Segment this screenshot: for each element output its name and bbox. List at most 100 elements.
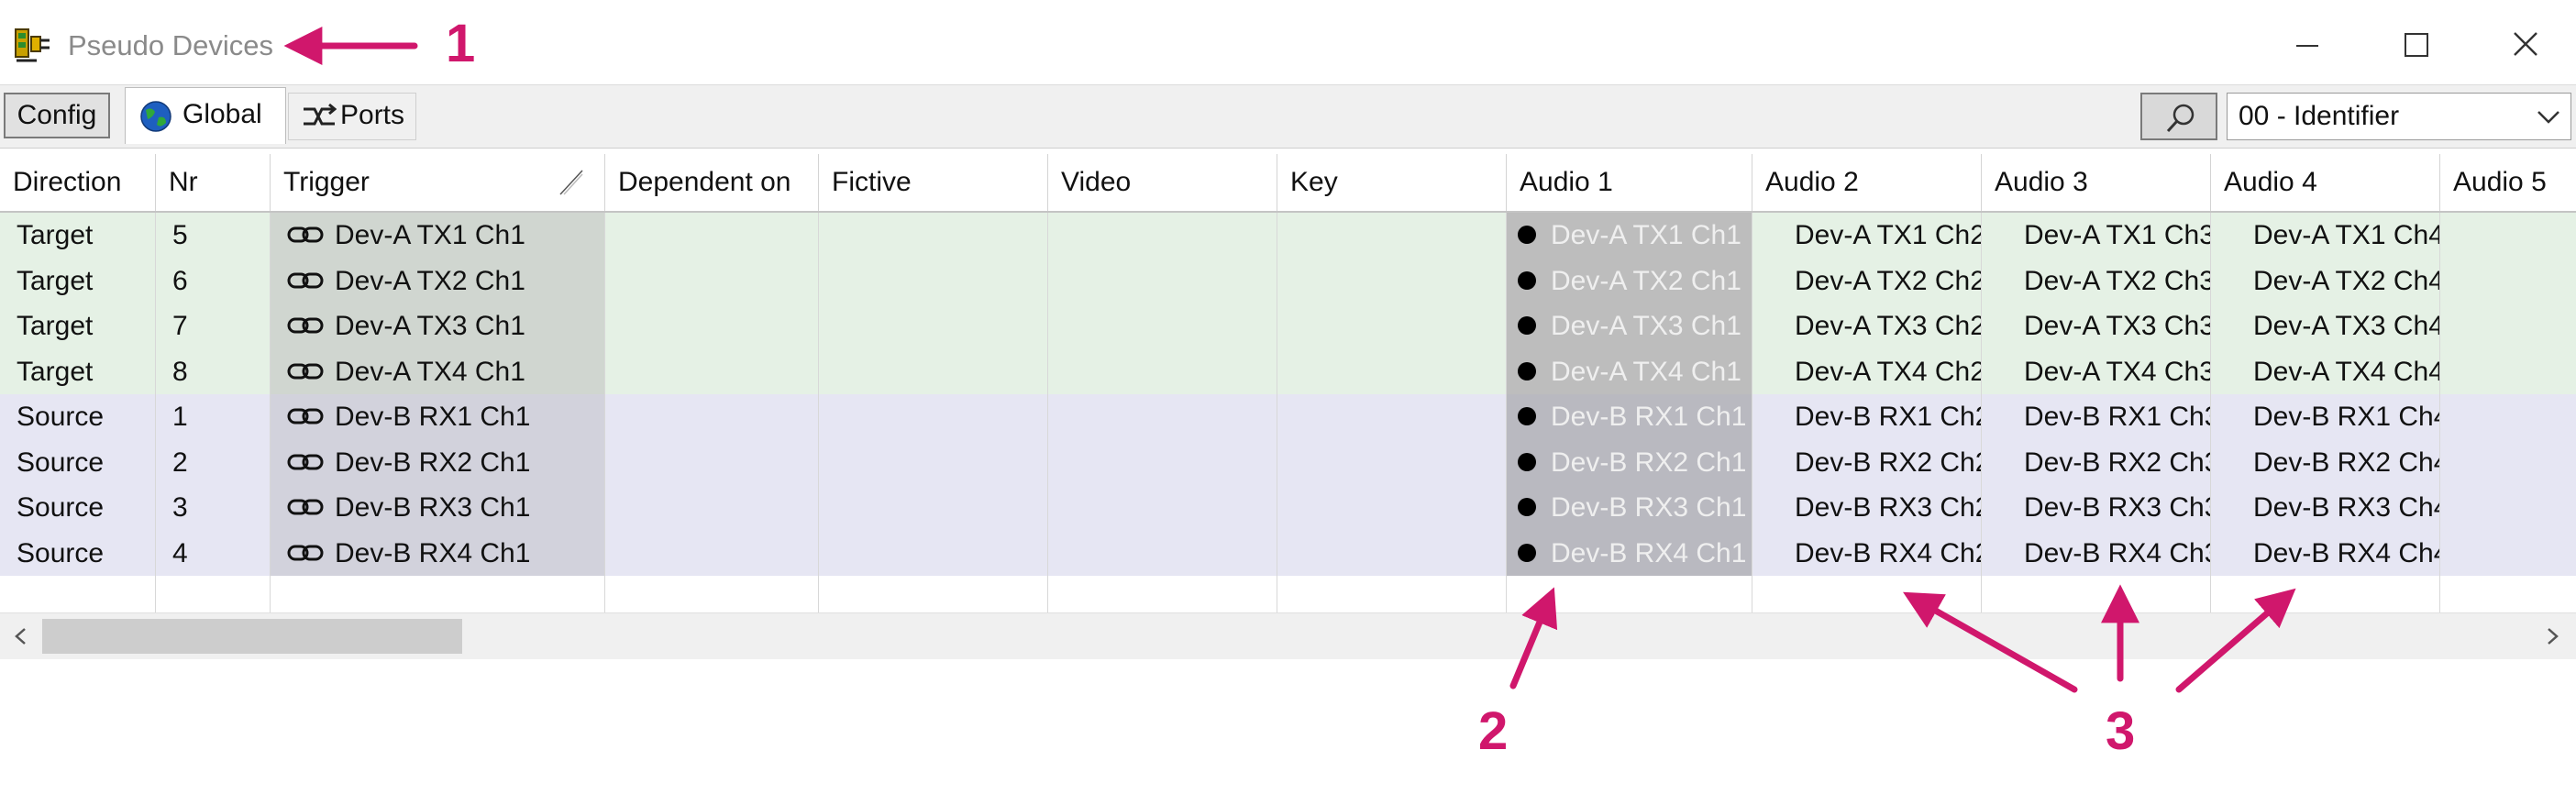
empty-cell[interactable] xyxy=(271,576,605,614)
fictive-cell[interactable] xyxy=(819,303,1048,349)
audio-1-cell[interactable]: Dev-B RX1 Ch1 xyxy=(1507,394,1752,440)
trigger-cell[interactable]: Dev-A TX1 Ch1 xyxy=(271,213,605,259)
audio-3-cell[interactable]: Dev-B RX3 Ch3 xyxy=(1982,485,2211,531)
video-cell[interactable] xyxy=(1048,258,1277,303)
trigger-cell[interactable]: Dev-A TX4 Ch1 xyxy=(271,348,605,394)
audio-5-cell[interactable] xyxy=(2440,485,2576,531)
video-cell[interactable] xyxy=(1048,530,1277,576)
dependent-on-cell[interactable] xyxy=(605,530,819,576)
fictive-cell[interactable] xyxy=(819,258,1048,303)
empty-cell[interactable] xyxy=(1982,576,2211,614)
dependent-on-cell[interactable] xyxy=(605,303,819,349)
audio-5-cell[interactable] xyxy=(2440,259,2576,304)
audio-3-cell[interactable]: Dev-A TX4 Ch3 xyxy=(1982,348,2211,394)
audio-1-cell[interactable]: Dev-A TX2 Ch1 xyxy=(1507,258,1752,303)
table-row[interactable]: Target 7 Dev-A TX3 Ch1 Dev-A TX3 Ch1 Dev… xyxy=(0,303,2576,349)
audio-4-cell[interactable]: Dev-A TX3 Ch4 xyxy=(2211,303,2440,349)
dependent-on-cell[interactable] xyxy=(605,394,819,440)
empty-cell[interactable] xyxy=(156,576,271,614)
video-cell[interactable] xyxy=(1048,348,1277,394)
column-header-fictive[interactable]: Fictive xyxy=(819,154,1048,211)
dependent-on-cell[interactable] xyxy=(605,485,819,531)
column-header-dependent-on[interactable]: Dependent on xyxy=(605,154,819,211)
key-cell[interactable] xyxy=(1277,258,1507,303)
audio-4-cell[interactable]: Dev-B RX2 Ch4 xyxy=(2211,439,2440,485)
dependent-on-cell[interactable] xyxy=(605,348,819,394)
audio-3-cell[interactable]: Dev-B RX2 Ch3 xyxy=(1982,439,2211,485)
audio-2-cell[interactable]: Dev-A TX2 Ch2 xyxy=(1752,258,1982,303)
empty-cell[interactable] xyxy=(1277,576,1507,614)
table-row[interactable]: Source 3 Dev-B RX3 Ch1 Dev-B RX3 Ch1 Dev… xyxy=(0,485,2576,531)
tab-ports[interactable]: Ports xyxy=(288,93,416,140)
horizontal-scrollbar[interactable] xyxy=(0,612,2576,659)
dependent-on-cell[interactable] xyxy=(605,258,819,303)
video-cell[interactable] xyxy=(1048,485,1277,531)
search-button[interactable] xyxy=(2140,93,2217,140)
audio-4-cell[interactable]: Dev-A TX1 Ch4 xyxy=(2211,213,2440,259)
fictive-cell[interactable] xyxy=(819,394,1048,440)
config-button[interactable]: Config xyxy=(4,93,110,138)
trigger-cell[interactable]: Dev-B RX2 Ch1 xyxy=(271,439,605,485)
fictive-cell[interactable] xyxy=(819,348,1048,394)
audio-2-cell[interactable]: Dev-A TX4 Ch2 xyxy=(1752,348,1982,394)
video-cell[interactable] xyxy=(1048,439,1277,485)
identifier-select[interactable]: 00 - Identifier xyxy=(2227,93,2571,140)
table-row[interactable]: Target 8 Dev-A TX4 Ch1 Dev-A TX4 Ch1 Dev… xyxy=(0,348,2576,395)
tab-global[interactable]: Global xyxy=(125,87,286,144)
audio-2-cell[interactable]: Dev-B RX1 Ch2 xyxy=(1752,394,1982,440)
audio-1-cell[interactable]: Dev-B RX4 Ch1 xyxy=(1507,530,1752,576)
trigger-cell[interactable]: Dev-A TX3 Ch1 xyxy=(271,303,605,349)
empty-cell[interactable] xyxy=(819,576,1048,614)
fictive-cell[interactable] xyxy=(819,213,1048,259)
scrollbar-thumb[interactable] xyxy=(42,619,462,654)
column-header-key[interactable]: Key xyxy=(1277,154,1507,211)
table-row[interactable]: Target 6 Dev-A TX2 Ch1 Dev-A TX2 Ch1 Dev… xyxy=(0,258,2576,304)
audio-2-cell[interactable]: Dev-B RX2 Ch2 xyxy=(1752,439,1982,485)
audio-3-cell[interactable]: Dev-A TX3 Ch3 xyxy=(1982,303,2211,349)
key-cell[interactable] xyxy=(1277,213,1507,259)
column-header-audio-3[interactable]: Audio 3 xyxy=(1982,154,2211,211)
audio-3-cell[interactable]: Dev-B RX1 Ch3 xyxy=(1982,394,2211,440)
audio-5-cell[interactable] xyxy=(2440,440,2576,486)
column-header-nr[interactable]: Nr xyxy=(156,154,271,211)
audio-3-cell[interactable]: Dev-A TX2 Ch3 xyxy=(1982,258,2211,303)
trigger-cell[interactable]: Dev-B RX3 Ch1 xyxy=(271,485,605,531)
key-cell[interactable] xyxy=(1277,348,1507,394)
audio-2-cell[interactable]: Dev-A TX1 Ch2 xyxy=(1752,213,1982,259)
table-row[interactable]: Target 5 Dev-A TX1 Ch1 Dev-A TX1 Ch1 Dev… xyxy=(0,213,2576,259)
column-header-audio-5[interactable]: Audio 5 xyxy=(2440,154,2576,211)
minimize-button[interactable] xyxy=(2280,20,2335,70)
key-cell[interactable] xyxy=(1277,303,1507,349)
audio-5-cell[interactable] xyxy=(2440,349,2576,395)
column-header-trigger[interactable]: Trigger xyxy=(271,154,605,211)
key-cell[interactable] xyxy=(1277,530,1507,576)
trigger-cell[interactable]: Dev-B RX1 Ch1 xyxy=(271,394,605,440)
column-header-audio-1[interactable]: Audio 1 xyxy=(1507,154,1752,211)
table-row[interactable]: Source 1 Dev-B RX1 Ch1 Dev-B RX1 Ch1 Dev… xyxy=(0,394,2576,440)
audio-3-cell[interactable]: Dev-B RX4 Ch3 xyxy=(1982,530,2211,576)
empty-cell[interactable] xyxy=(2440,576,2576,614)
close-button[interactable] xyxy=(2498,20,2553,70)
empty-cell[interactable] xyxy=(1752,576,1982,614)
fictive-cell[interactable] xyxy=(819,439,1048,485)
column-header-video[interactable]: Video xyxy=(1048,154,1277,211)
audio-5-cell[interactable] xyxy=(2440,303,2576,349)
new-entry-row[interactable] xyxy=(0,576,2576,614)
column-header-audio-2[interactable]: Audio 2 xyxy=(1752,154,1982,211)
empty-cell[interactable] xyxy=(0,576,156,614)
column-header-direction[interactable]: Direction xyxy=(0,154,156,211)
audio-4-cell[interactable]: Dev-B RX4 Ch4 xyxy=(2211,530,2440,576)
audio-2-cell[interactable]: Dev-B RX3 Ch2 xyxy=(1752,485,1982,531)
video-cell[interactable] xyxy=(1048,303,1277,349)
key-cell[interactable] xyxy=(1277,439,1507,485)
fictive-cell[interactable] xyxy=(819,485,1048,531)
dependent-on-cell[interactable] xyxy=(605,439,819,485)
key-cell[interactable] xyxy=(1277,394,1507,440)
audio-1-cell[interactable]: Dev-A TX3 Ch1 xyxy=(1507,303,1752,349)
audio-4-cell[interactable]: Dev-B RX3 Ch4 xyxy=(2211,485,2440,531)
audio-4-cell[interactable]: Dev-A TX4 Ch4 xyxy=(2211,348,2440,394)
audio-1-cell[interactable]: Dev-B RX3 Ch1 xyxy=(1507,485,1752,531)
audio-5-cell[interactable] xyxy=(2440,213,2576,259)
empty-cell[interactable] xyxy=(1048,576,1277,614)
maximize-button[interactable] xyxy=(2388,20,2443,70)
